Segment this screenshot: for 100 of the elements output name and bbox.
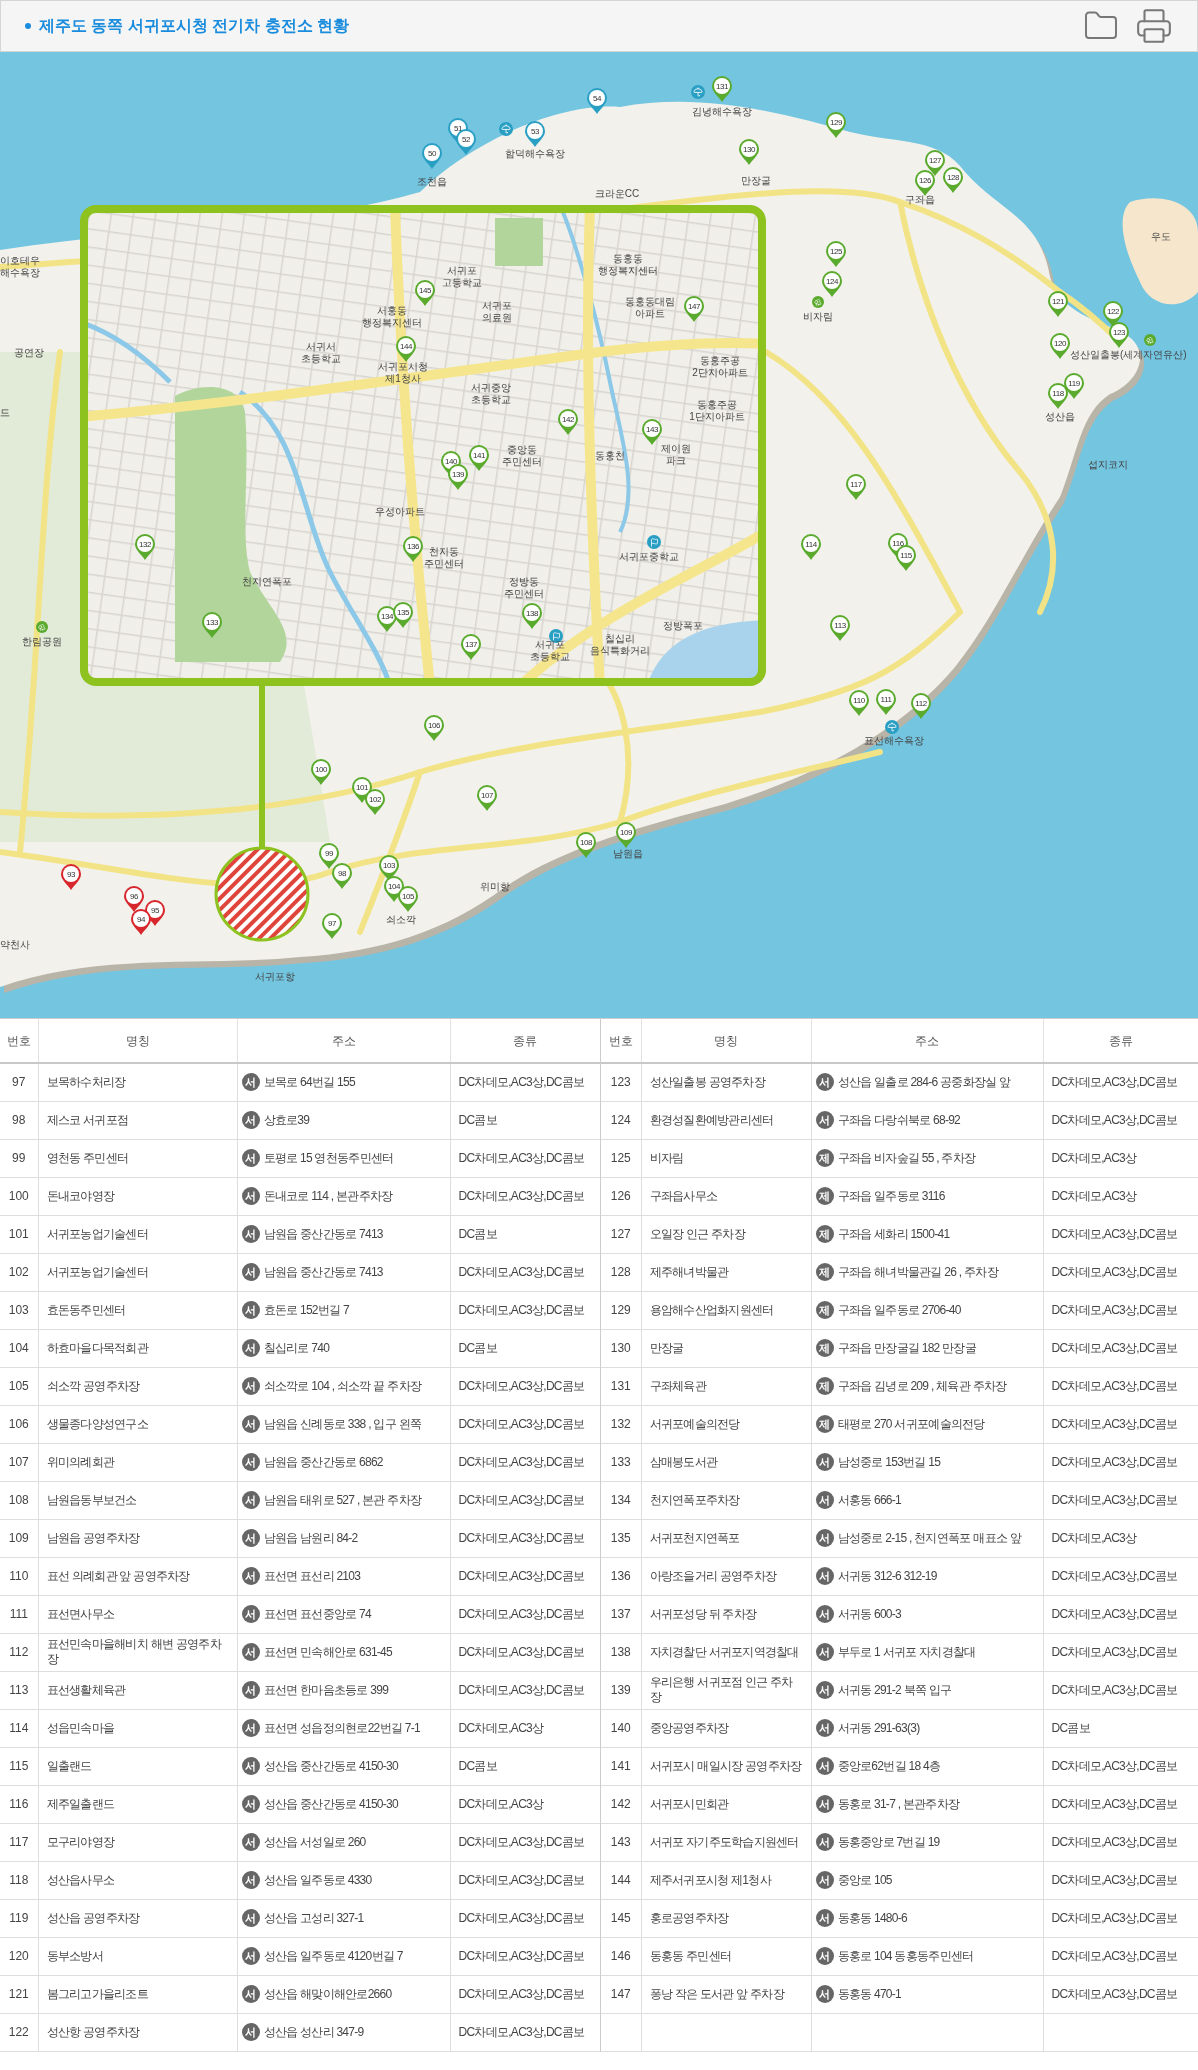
district-badge: 서 bbox=[241, 1681, 260, 1699]
name-cell: 중앙공영주차장 bbox=[641, 1709, 811, 1747]
district-badge: 서 bbox=[815, 1947, 834, 1965]
name-cell: 제주일출랜드 bbox=[38, 1785, 237, 1823]
name-cell: 동부소방서 bbox=[38, 1937, 237, 1975]
map-pin[interactable]: 54 bbox=[586, 87, 608, 115]
district-badge: 서 bbox=[241, 1301, 260, 1319]
map-pin[interactable]: 111 bbox=[875, 688, 897, 716]
map-pin[interactable]: 107 bbox=[476, 784, 498, 812]
place-label: 동홍동 행정복지센터 bbox=[598, 253, 658, 277]
place-label: 중앙동 주민센터 bbox=[502, 444, 542, 468]
map-pin[interactable]: 121 bbox=[1047, 290, 1069, 318]
map-pin[interactable]: 109 bbox=[615, 821, 637, 849]
map-pin[interactable]: 131 bbox=[711, 75, 733, 103]
district-badge: 서 bbox=[241, 1377, 260, 1395]
type-cell: DC차데모,AC3상,DC콤보 bbox=[450, 1063, 600, 1101]
number-cell: 110 bbox=[0, 1557, 38, 1595]
number-cell: 113 bbox=[0, 1671, 38, 1709]
map-pin[interactable]: 113 bbox=[829, 614, 851, 642]
type-cell: DC차데모,AC3상,DC콤보 bbox=[1043, 1557, 1198, 1595]
name-cell: 서귀포시민회관 bbox=[641, 1785, 811, 1823]
address-text: 보목로 64번길 155 bbox=[263, 1074, 355, 1090]
district-badge: 서 bbox=[815, 1567, 834, 1585]
map-pin[interactable]: 139 bbox=[447, 463, 469, 491]
type-cell: DC차데모,AC3상,DC콤보 bbox=[450, 1975, 600, 2013]
print-icon[interactable] bbox=[1135, 7, 1173, 45]
number-cell: 142 bbox=[601, 1785, 641, 1823]
map-pin[interactable]: 99 bbox=[318, 842, 340, 870]
map-pin[interactable]: 94 bbox=[130, 908, 152, 936]
map-pin[interactable]: 118 bbox=[1047, 382, 1069, 410]
column-header: 종류 bbox=[1043, 1019, 1198, 1063]
place-label: 섭지코지 bbox=[1088, 459, 1128, 471]
map-pin[interactable]: 123 bbox=[1108, 321, 1130, 349]
district-badge: 서 bbox=[815, 1111, 834, 1129]
map-pin[interactable]: 120 bbox=[1049, 332, 1071, 360]
type-cell: DC콤보 bbox=[450, 1101, 600, 1139]
map-pin[interactable]: 124 bbox=[821, 270, 843, 298]
place-label: 드 bbox=[0, 407, 10, 419]
map-pin[interactable]: 100 bbox=[310, 758, 332, 786]
address-text: 성산읍 서성일로 260 bbox=[263, 1834, 366, 1850]
place-label: 비자림 bbox=[803, 311, 833, 323]
map-pin[interactable]: 128 bbox=[942, 166, 964, 194]
map-pin[interactable]: 141 bbox=[468, 444, 490, 472]
map-pin[interactable]: 136 bbox=[402, 535, 424, 563]
map-pin[interactable]: 138 bbox=[521, 602, 543, 630]
number-cell: 98 bbox=[0, 1101, 38, 1139]
map-pin[interactable]: 117 bbox=[845, 473, 867, 501]
address-text: 표선면 표선리 2103 bbox=[263, 1568, 361, 1584]
type-cell: DC차데모,AC3상,DC콤보 bbox=[1043, 1785, 1198, 1823]
map-pin[interactable]: 137 bbox=[460, 633, 482, 661]
place-label: 함덕해수욕장 bbox=[505, 148, 565, 160]
map-pin[interactable]: 142 bbox=[557, 408, 579, 436]
district-badge: 서 bbox=[241, 1263, 260, 1281]
map-pin[interactable]: 106 bbox=[423, 714, 445, 742]
name-cell: 남원읍동부보건소 bbox=[38, 1481, 237, 1519]
type-cell: DC차데모,AC3상,DC콤보 bbox=[450, 1405, 600, 1443]
map-pin[interactable]: 108 bbox=[575, 831, 597, 859]
district-badge: 서 bbox=[815, 1491, 834, 1509]
number-cell: 132 bbox=[601, 1405, 641, 1443]
address-text: 부두로 1 서귀포 자치경찰대 bbox=[837, 1644, 976, 1660]
map-pin[interactable]: 93 bbox=[60, 863, 82, 891]
map-pin[interactable]: 144 bbox=[395, 335, 417, 363]
map-pin[interactable]: 110 bbox=[848, 689, 870, 717]
number-cell: 119 bbox=[0, 1899, 38, 1937]
map-pin[interactable]: 50 bbox=[421, 142, 443, 170]
name-cell: 성산항 공영주차장 bbox=[38, 2013, 237, 2051]
map-pin[interactable]: 145 bbox=[414, 279, 436, 307]
type-cell: DC차데모,AC3상,DC콤보 bbox=[450, 1139, 600, 1177]
address-text: 중앙로62번길 18 4층 bbox=[837, 1758, 941, 1774]
map-pin[interactable]: 53 bbox=[524, 120, 546, 148]
number-cell: 99 bbox=[0, 1139, 38, 1177]
map-pin[interactable]: 97 bbox=[321, 912, 343, 940]
map-pin[interactable]: 125 bbox=[825, 240, 847, 268]
number-cell: 135 bbox=[601, 1519, 641, 1557]
name-cell: 환경성질환예방관리센터 bbox=[641, 1101, 811, 1139]
place-label: 우도 bbox=[1151, 231, 1171, 243]
type-cell: DC차데모,AC3상 bbox=[450, 1709, 600, 1747]
district-badge: 서 bbox=[241, 1567, 260, 1585]
number-cell: 137 bbox=[601, 1595, 641, 1633]
address-text: 구좌읍 비자숲길 55 , 주차장 bbox=[837, 1150, 976, 1166]
number-cell: 122 bbox=[0, 2013, 38, 2051]
map-pin[interactable]: 135 bbox=[392, 601, 414, 629]
district-badge: 제 bbox=[815, 1339, 834, 1357]
map-pin[interactable]: 147 bbox=[683, 295, 705, 323]
type-cell: DC차데모,AC3상,DC콤보 bbox=[1043, 1367, 1198, 1405]
map-pin[interactable]: 112 bbox=[910, 692, 932, 720]
map-pin[interactable]: 143 bbox=[641, 418, 663, 446]
type-cell: DC차데모,AC3상,DC콤보 bbox=[450, 1861, 600, 1899]
number-cell: 109 bbox=[0, 1519, 38, 1557]
map-pin[interactable]: 98 bbox=[331, 862, 353, 890]
address-text: 서귀동 291-63(3) bbox=[837, 1720, 920, 1736]
map-pin[interactable]: 129 bbox=[825, 111, 847, 139]
map-pin[interactable]: 114 bbox=[800, 533, 822, 561]
type-cell: DC차데모,AC3상 bbox=[450, 1785, 600, 1823]
place-label: 서귀포시청 제1청사 bbox=[378, 361, 428, 385]
map-pin[interactable]: 96 bbox=[123, 885, 145, 913]
map-pin[interactable]: 130 bbox=[738, 138, 760, 166]
type-cell: DC차데모,AC3상,DC콤보 bbox=[1043, 1405, 1198, 1443]
map-pin[interactable]: 132 bbox=[134, 533, 156, 561]
map-pin[interactable]: 133 bbox=[201, 611, 223, 639]
